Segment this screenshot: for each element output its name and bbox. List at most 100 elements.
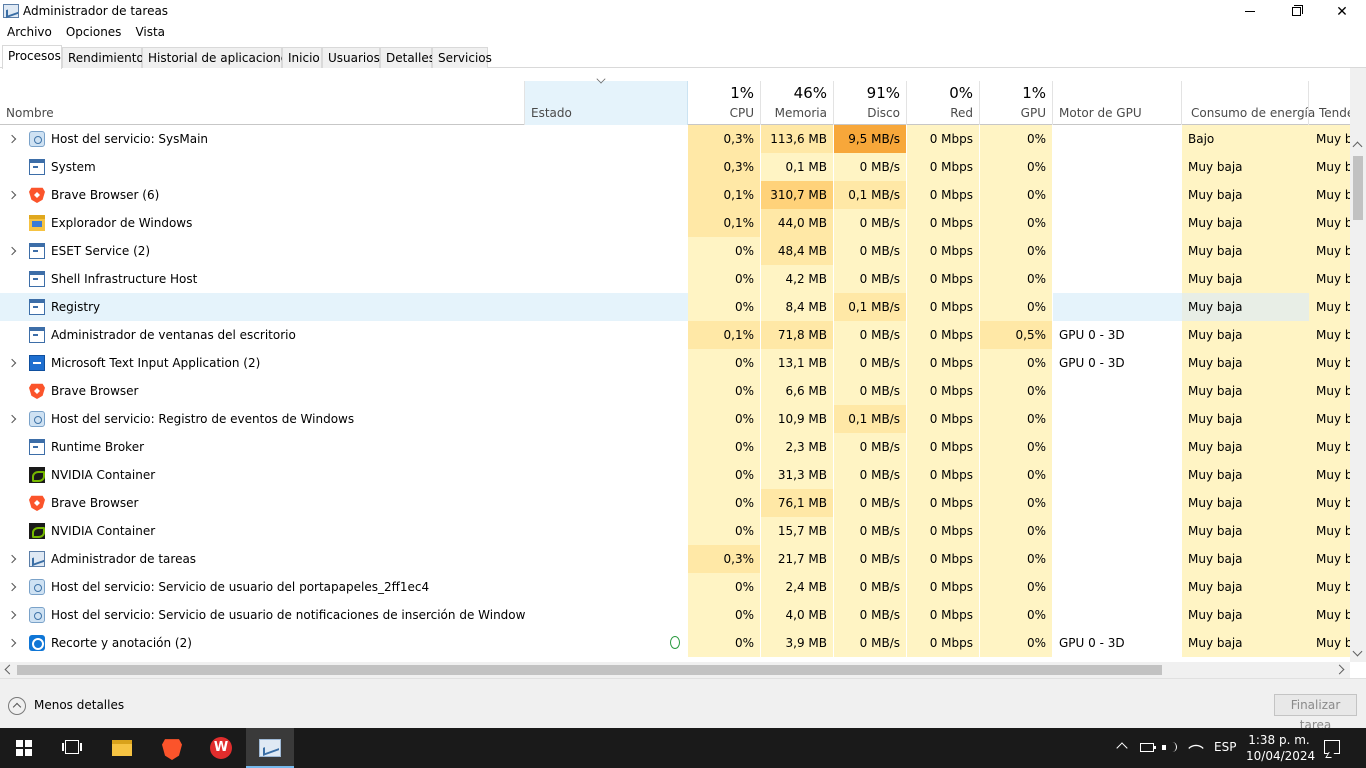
clock[interactable]: 1:38 p. m. 10/04/2024: [1246, 732, 1315, 764]
taskbar-wps[interactable]: W: [197, 728, 245, 768]
chevron-right-icon[interactable]: [7, 190, 17, 200]
process-disk-cell: 0 MB/s: [834, 461, 907, 489]
process-table: Nombre Estado 1% CPU 46% Memoria 91% Dis…: [0, 68, 1366, 662]
language-indicator[interactable]: ESP: [1214, 740, 1236, 754]
table-row[interactable]: Shell Infrastructure Host 0% 4,2 MB 0 MB/s 0…: [0, 265, 1350, 293]
process-gpu-engine-cell: [1053, 517, 1182, 545]
table-row[interactable]: Host del servicio: SysMain 0,3% 113,6 MB 9,…: [0, 125, 1350, 153]
header-power[interactable]: Consumo de energía: [1182, 81, 1315, 125]
process-power-trend-cell: Muy b: [1309, 573, 1350, 601]
table-row[interactable]: Microsoft Text Input Application (2) 0% 13…: [0, 349, 1350, 377]
process-disk-cell: 0 MB/s: [834, 321, 907, 349]
tab-rendimiento[interactable]: Rendimiento: [62, 47, 144, 68]
scroll-up-icon[interactable]: [1352, 141, 1363, 152]
process-name: Shell Infrastructure Host: [51, 272, 198, 286]
table-row[interactable]: ESET Service (2) 0% 48,4 MB 0 MB/s 0 Mbps 0% M…: [0, 237, 1350, 265]
volume-icon[interactable]: [1162, 741, 1178, 755]
table-row[interactable]: Recorte y anotación (2) 0% 3,9 MB 0 MB/s 0 M…: [0, 629, 1350, 657]
chevron-right-icon[interactable]: [7, 414, 17, 424]
wifi-icon[interactable]: [1188, 740, 1204, 756]
table-row[interactable]: Registry 0% 8,4 MB 0,1 MB/s 0 Mbps 0% Muy baja…: [0, 293, 1350, 321]
horizontal-scroll-thumb[interactable]: [17, 665, 1162, 675]
process-name: Host del servicio: Servicio de usuario d…: [51, 608, 525, 622]
tab-detalles[interactable]: Detalles: [380, 47, 435, 68]
vertical-scroll-thumb[interactable]: [1353, 156, 1363, 220]
taskbar-task-manager[interactable]: [246, 728, 294, 768]
table-row[interactable]: NVIDIA Container 0% 15,7 MB 0 MB/s 0 Mbps 0% M…: [0, 517, 1350, 545]
end-task-button[interactable]: Finalizar tarea: [1274, 694, 1357, 732]
restore-button[interactable]: [1273, 0, 1319, 23]
chevron-right-icon[interactable]: [7, 246, 17, 256]
chevron-right-icon[interactable]: [7, 610, 17, 620]
process-net-cell: 0 Mbps: [907, 209, 980, 237]
battery-icon[interactable]: [1140, 743, 1156, 752]
chevron-up-circle-icon[interactable]: [8, 697, 26, 715]
header-cpu[interactable]: 1% CPU: [688, 81, 761, 125]
horizontal-scrollbar[interactable]: [0, 662, 1350, 678]
process-name-cell: Recorte y anotación (2): [0, 629, 525, 657]
process-gpu-engine-cell: [1053, 433, 1182, 461]
notifications-icon[interactable]: [1324, 740, 1340, 754]
chevron-right-icon[interactable]: [7, 554, 17, 564]
tab-procesos[interactable]: Procesos: [2, 45, 62, 69]
taskbar-brave[interactable]: [148, 728, 196, 768]
tab-servicios[interactable]: Servicios: [432, 47, 492, 68]
table-row[interactable]: System 0,3% 0,1 MB 0 MB/s 0 Mbps 0% Muy baja Mu…: [0, 153, 1350, 181]
taskbar-file-explorer[interactable]: [98, 728, 146, 768]
header-memory[interactable]: 46% Memoria: [761, 81, 834, 125]
header-status[interactable]: Estado: [525, 74, 688, 125]
process-power-trend-cell: Muy b: [1309, 181, 1350, 209]
process-gpu-cell: 0%: [980, 209, 1053, 237]
table-row[interactable]: Host del servicio: Registro de eventos d…: [0, 405, 1350, 433]
header-network[interactable]: 0% Red: [907, 81, 980, 125]
start-button[interactable]: [0, 728, 48, 768]
process-disk-cell: 0 MB/s: [834, 265, 907, 293]
scroll-left-icon[interactable]: [4, 664, 15, 675]
fewer-details-link[interactable]: Menos detalles: [34, 698, 124, 712]
table-row[interactable]: Explorador de Windows 0,1% 44,0 MB 0 MB/s 0 …: [0, 209, 1350, 237]
table-row[interactable]: Brave Browser (6) 0,1% 310,7 MB 0,1 MB/s 0 M…: [0, 181, 1350, 209]
gear-icon: [29, 579, 45, 595]
process-disk-cell: 0 MB/s: [834, 237, 907, 265]
chevron-right-icon[interactable]: [7, 638, 17, 648]
scroll-right-icon[interactable]: [1334, 664, 1345, 675]
chevron-right-icon[interactable]: [7, 358, 17, 368]
header-name[interactable]: Nombre: [0, 81, 525, 125]
process-gpu-cell: 0,5%: [980, 321, 1053, 349]
process-cpu-cell: 0%: [688, 517, 761, 545]
table-row[interactable]: Brave Browser 0% 76,1 MB 0 MB/s 0 Mbps 0% Muy …: [0, 489, 1350, 517]
close-button[interactable]: ✕: [1319, 0, 1365, 23]
process-gpu-engine-cell: [1053, 265, 1182, 293]
process-cpu-cell: 0,1%: [688, 181, 761, 209]
header-gpu-engine[interactable]: Motor de GPU: [1053, 81, 1182, 125]
header-disk[interactable]: 91% Disco: [834, 81, 907, 125]
header-network-pct: 0%: [949, 84, 973, 102]
task-view-button[interactable]: [48, 728, 96, 768]
menu-opciones[interactable]: Opciones: [59, 23, 129, 43]
process-gpu-engine-cell: [1053, 489, 1182, 517]
header-gpu[interactable]: 1% GPU: [980, 81, 1053, 125]
table-row[interactable]: Runtime Broker 0% 2,3 MB 0 MB/s 0 Mbps 0% Muy …: [0, 433, 1350, 461]
menu-vista[interactable]: Vista: [128, 23, 172, 43]
table-row[interactable]: Host del servicio: Servicio de usuario d…: [0, 573, 1350, 601]
process-name: NVIDIA Container: [51, 468, 156, 482]
show-hidden-icons-icon[interactable]: [1116, 742, 1128, 754]
table-row[interactable]: Brave Browser 0% 6,6 MB 0 MB/s 0 Mbps 0% Muy b…: [0, 377, 1350, 405]
table-row[interactable]: Administrador de tareas 0,3% 21,7 MB 0 MB/s…: [0, 545, 1350, 573]
table-row[interactable]: Administrador de ventanas del escritorio…: [0, 321, 1350, 349]
scroll-down-icon[interactable]: [1352, 646, 1363, 657]
process-gpu-cell: 0%: [980, 293, 1053, 321]
process-power-trend-cell: Muy b: [1309, 321, 1350, 349]
tab-usuarios[interactable]: Usuarios: [322, 47, 380, 68]
chevron-right-icon[interactable]: [7, 582, 17, 592]
tab-inicio[interactable]: Inicio: [282, 47, 322, 68]
process-power-cell: Muy baja: [1182, 517, 1309, 545]
tab-historial[interactable]: Historial de aplicaciones: [142, 47, 294, 68]
vertical-scrollbar[interactable]: [1350, 68, 1366, 662]
header-gpu-engine-label: Motor de GPU: [1059, 106, 1142, 120]
chevron-right-icon[interactable]: [7, 134, 17, 144]
menu-archivo[interactable]: Archivo: [0, 23, 59, 43]
table-row[interactable]: NVIDIA Container 0% 31,3 MB 0 MB/s 0 Mbps 0% M…: [0, 461, 1350, 489]
table-row[interactable]: Host del servicio: Servicio de usuario d…: [0, 601, 1350, 629]
minimize-button[interactable]: [1227, 0, 1273, 23]
